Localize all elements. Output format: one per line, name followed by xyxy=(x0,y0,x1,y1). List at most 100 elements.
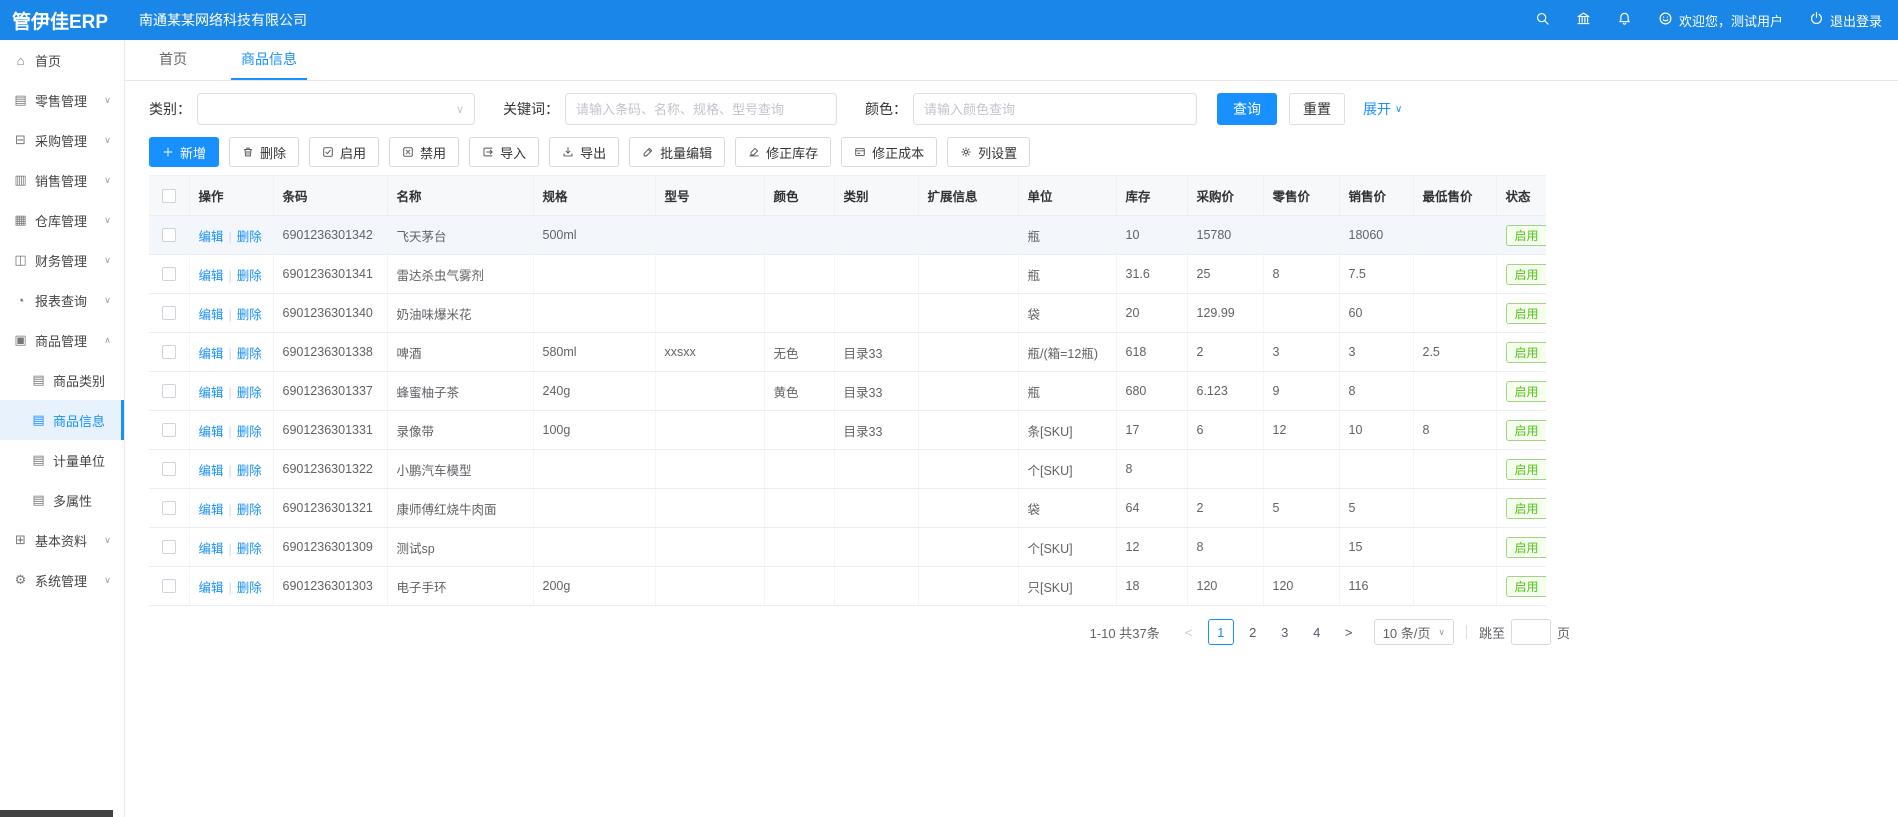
row-checkbox[interactable] xyxy=(162,306,176,320)
edit-link[interactable]: 编辑 xyxy=(199,386,224,400)
status-badge[interactable]: 启用 xyxy=(1506,225,1547,246)
tab-home[interactable]: 首页 xyxy=(149,40,197,80)
delete-link[interactable]: 删除 xyxy=(237,347,262,361)
fix-stock-button[interactable]: 修正库存 xyxy=(735,137,831,167)
delete-link[interactable]: 删除 xyxy=(237,464,262,478)
batch-edit-icon xyxy=(642,146,654,158)
page-button-2[interactable]: 2 xyxy=(1240,619,1266,645)
sidebar-collapse-bar[interactable] xyxy=(0,810,113,817)
select-all-checkbox[interactable] xyxy=(162,189,176,203)
status-badge[interactable]: 启用 xyxy=(1506,342,1547,363)
sidebar-item-label: 基本资料 xyxy=(35,531,87,550)
row-checkbox[interactable] xyxy=(162,462,176,476)
search-icon[interactable] xyxy=(1535,11,1550,29)
delete-link[interactable]: 删除 xyxy=(237,581,262,595)
status-badge[interactable]: 启用 xyxy=(1506,537,1547,558)
table-cell: 12 xyxy=(1263,411,1339,450)
content: 首页商品信息 类别： ∨ 关键词： 颜色： 查询 重置 展开∨ 新增删除启用禁用… xyxy=(125,40,1898,817)
sidebar-item-home[interactable]: ⌂首页 xyxy=(0,40,124,80)
delete-link[interactable]: 删除 xyxy=(237,269,262,283)
operation-cell: 编辑|删除 xyxy=(189,372,273,411)
row-checkbox[interactable] xyxy=(162,345,176,359)
sidebar-item-product-info[interactable]: ▤商品信息 xyxy=(0,400,124,440)
operation-cell: 编辑|删除 xyxy=(189,489,273,528)
page-button-4[interactable]: 4 xyxy=(1304,619,1330,645)
delete-link[interactable]: 删除 xyxy=(237,425,262,439)
user-welcome[interactable]: 欢迎您，测试用户 xyxy=(1658,11,1783,30)
next-page-button[interactable]: > xyxy=(1336,619,1362,645)
prev-page-button[interactable]: < xyxy=(1176,619,1202,645)
status-badge[interactable]: 启用 xyxy=(1506,303,1547,324)
reset-button[interactable]: 重置 xyxy=(1289,93,1345,125)
delete-link[interactable]: 删除 xyxy=(237,542,262,556)
status-cell: 启用 xyxy=(1496,489,1546,528)
table-cell xyxy=(764,489,834,528)
row-checkbox[interactable] xyxy=(162,423,176,437)
delete-link[interactable]: 删除 xyxy=(237,386,262,400)
edit-link[interactable]: 编辑 xyxy=(199,503,224,517)
color-input[interactable] xyxy=(913,93,1197,125)
edit-link[interactable]: 编辑 xyxy=(199,269,224,283)
row-checkbox[interactable] xyxy=(162,384,176,398)
edit-link[interactable]: 编辑 xyxy=(199,542,224,556)
sidebar-item-report-query[interactable]: ◔报表查询∨ xyxy=(0,280,124,320)
row-checkbox[interactable] xyxy=(162,579,176,593)
delete-link[interactable]: 删除 xyxy=(237,230,262,244)
column-settings-button[interactable]: 列设置 xyxy=(947,137,1030,167)
sidebar-item-retail-management[interactable]: ▤零售管理∨ xyxy=(0,80,124,120)
delete-button[interactable]: 删除 xyxy=(229,137,299,167)
expand-link[interactable]: 展开∨ xyxy=(1363,99,1402,119)
sidebar-item-finance-management[interactable]: ◫财务管理∨ xyxy=(0,240,124,280)
sidebar-item-purchase-management[interactable]: ⊟采购管理∨ xyxy=(0,120,124,160)
status-badge[interactable]: 启用 xyxy=(1506,420,1547,441)
bell-icon[interactable] xyxy=(1617,11,1632,29)
disable-button[interactable]: 禁用 xyxy=(389,137,459,167)
add-button[interactable]: 新增 xyxy=(149,137,219,167)
tab-product-info[interactable]: 商品信息 xyxy=(231,40,307,80)
fix-cost-button[interactable]: 修正成本 xyxy=(841,137,937,167)
sidebar-item-multi-attribute[interactable]: ▤多属性 xyxy=(0,480,124,520)
status-badge[interactable]: 启用 xyxy=(1506,381,1547,402)
logout-button[interactable]: 退出登录 xyxy=(1809,11,1882,30)
status-badge[interactable]: 启用 xyxy=(1506,576,1547,597)
bank-icon[interactable] xyxy=(1576,11,1591,29)
sidebar-item-product-management[interactable]: ▣商品管理∧ xyxy=(0,320,124,360)
edit-link[interactable]: 编辑 xyxy=(199,581,224,595)
page-button-1[interactable]: 1 xyxy=(1208,619,1234,645)
page-button-3[interactable]: 3 xyxy=(1272,619,1298,645)
checkbox-cell xyxy=(149,216,189,255)
enable-button[interactable]: 启用 xyxy=(309,137,379,167)
row-checkbox[interactable] xyxy=(162,228,176,242)
page-size-select[interactable]: 10 条/页∨ xyxy=(1374,619,1454,645)
row-checkbox[interactable] xyxy=(162,267,176,281)
edit-link[interactable]: 编辑 xyxy=(199,308,224,322)
batch-edit-button[interactable]: 批量编辑 xyxy=(629,137,725,167)
sidebar-item-label: 系统管理 xyxy=(35,571,87,590)
status-badge[interactable]: 启用 xyxy=(1506,264,1547,285)
edit-link[interactable]: 编辑 xyxy=(199,425,224,439)
jump-page-input[interactable] xyxy=(1511,619,1551,645)
sidebar-item-basic-data[interactable]: ⊞基本资料∨ xyxy=(0,520,124,560)
status-badge[interactable]: 启用 xyxy=(1506,459,1547,480)
search-button[interactable]: 查询 xyxy=(1217,93,1277,125)
sidebar-item-warehouse-management[interactable]: ▦仓库管理∨ xyxy=(0,200,124,240)
sidebar-item-measure-unit[interactable]: ▤计量单位 xyxy=(0,440,124,480)
edit-link[interactable]: 编辑 xyxy=(199,464,224,478)
import-button[interactable]: 导入 xyxy=(469,137,539,167)
edit-link[interactable]: 编辑 xyxy=(199,230,224,244)
export-button[interactable]: 导出 xyxy=(549,137,619,167)
delete-link[interactable]: 删除 xyxy=(237,308,262,322)
checkbox-cell xyxy=(149,567,189,606)
keyword-input[interactable] xyxy=(565,93,837,125)
sidebar-item-sales-management[interactable]: ▥销售管理∨ xyxy=(0,160,124,200)
sidebar-item-product-category[interactable]: ▤商品类别 xyxy=(0,360,124,400)
operation-cell: 编辑|删除 xyxy=(189,528,273,567)
column-header: 零售价 xyxy=(1263,176,1339,216)
sidebar-item-system-management[interactable]: ⚙系统管理∨ xyxy=(0,560,124,600)
status-badge[interactable]: 启用 xyxy=(1506,498,1547,519)
row-checkbox[interactable] xyxy=(162,501,176,515)
delete-link[interactable]: 删除 xyxy=(237,503,262,517)
edit-link[interactable]: 编辑 xyxy=(199,347,224,361)
row-checkbox[interactable] xyxy=(162,540,176,554)
category-select[interactable]: ∨ xyxy=(197,93,475,125)
